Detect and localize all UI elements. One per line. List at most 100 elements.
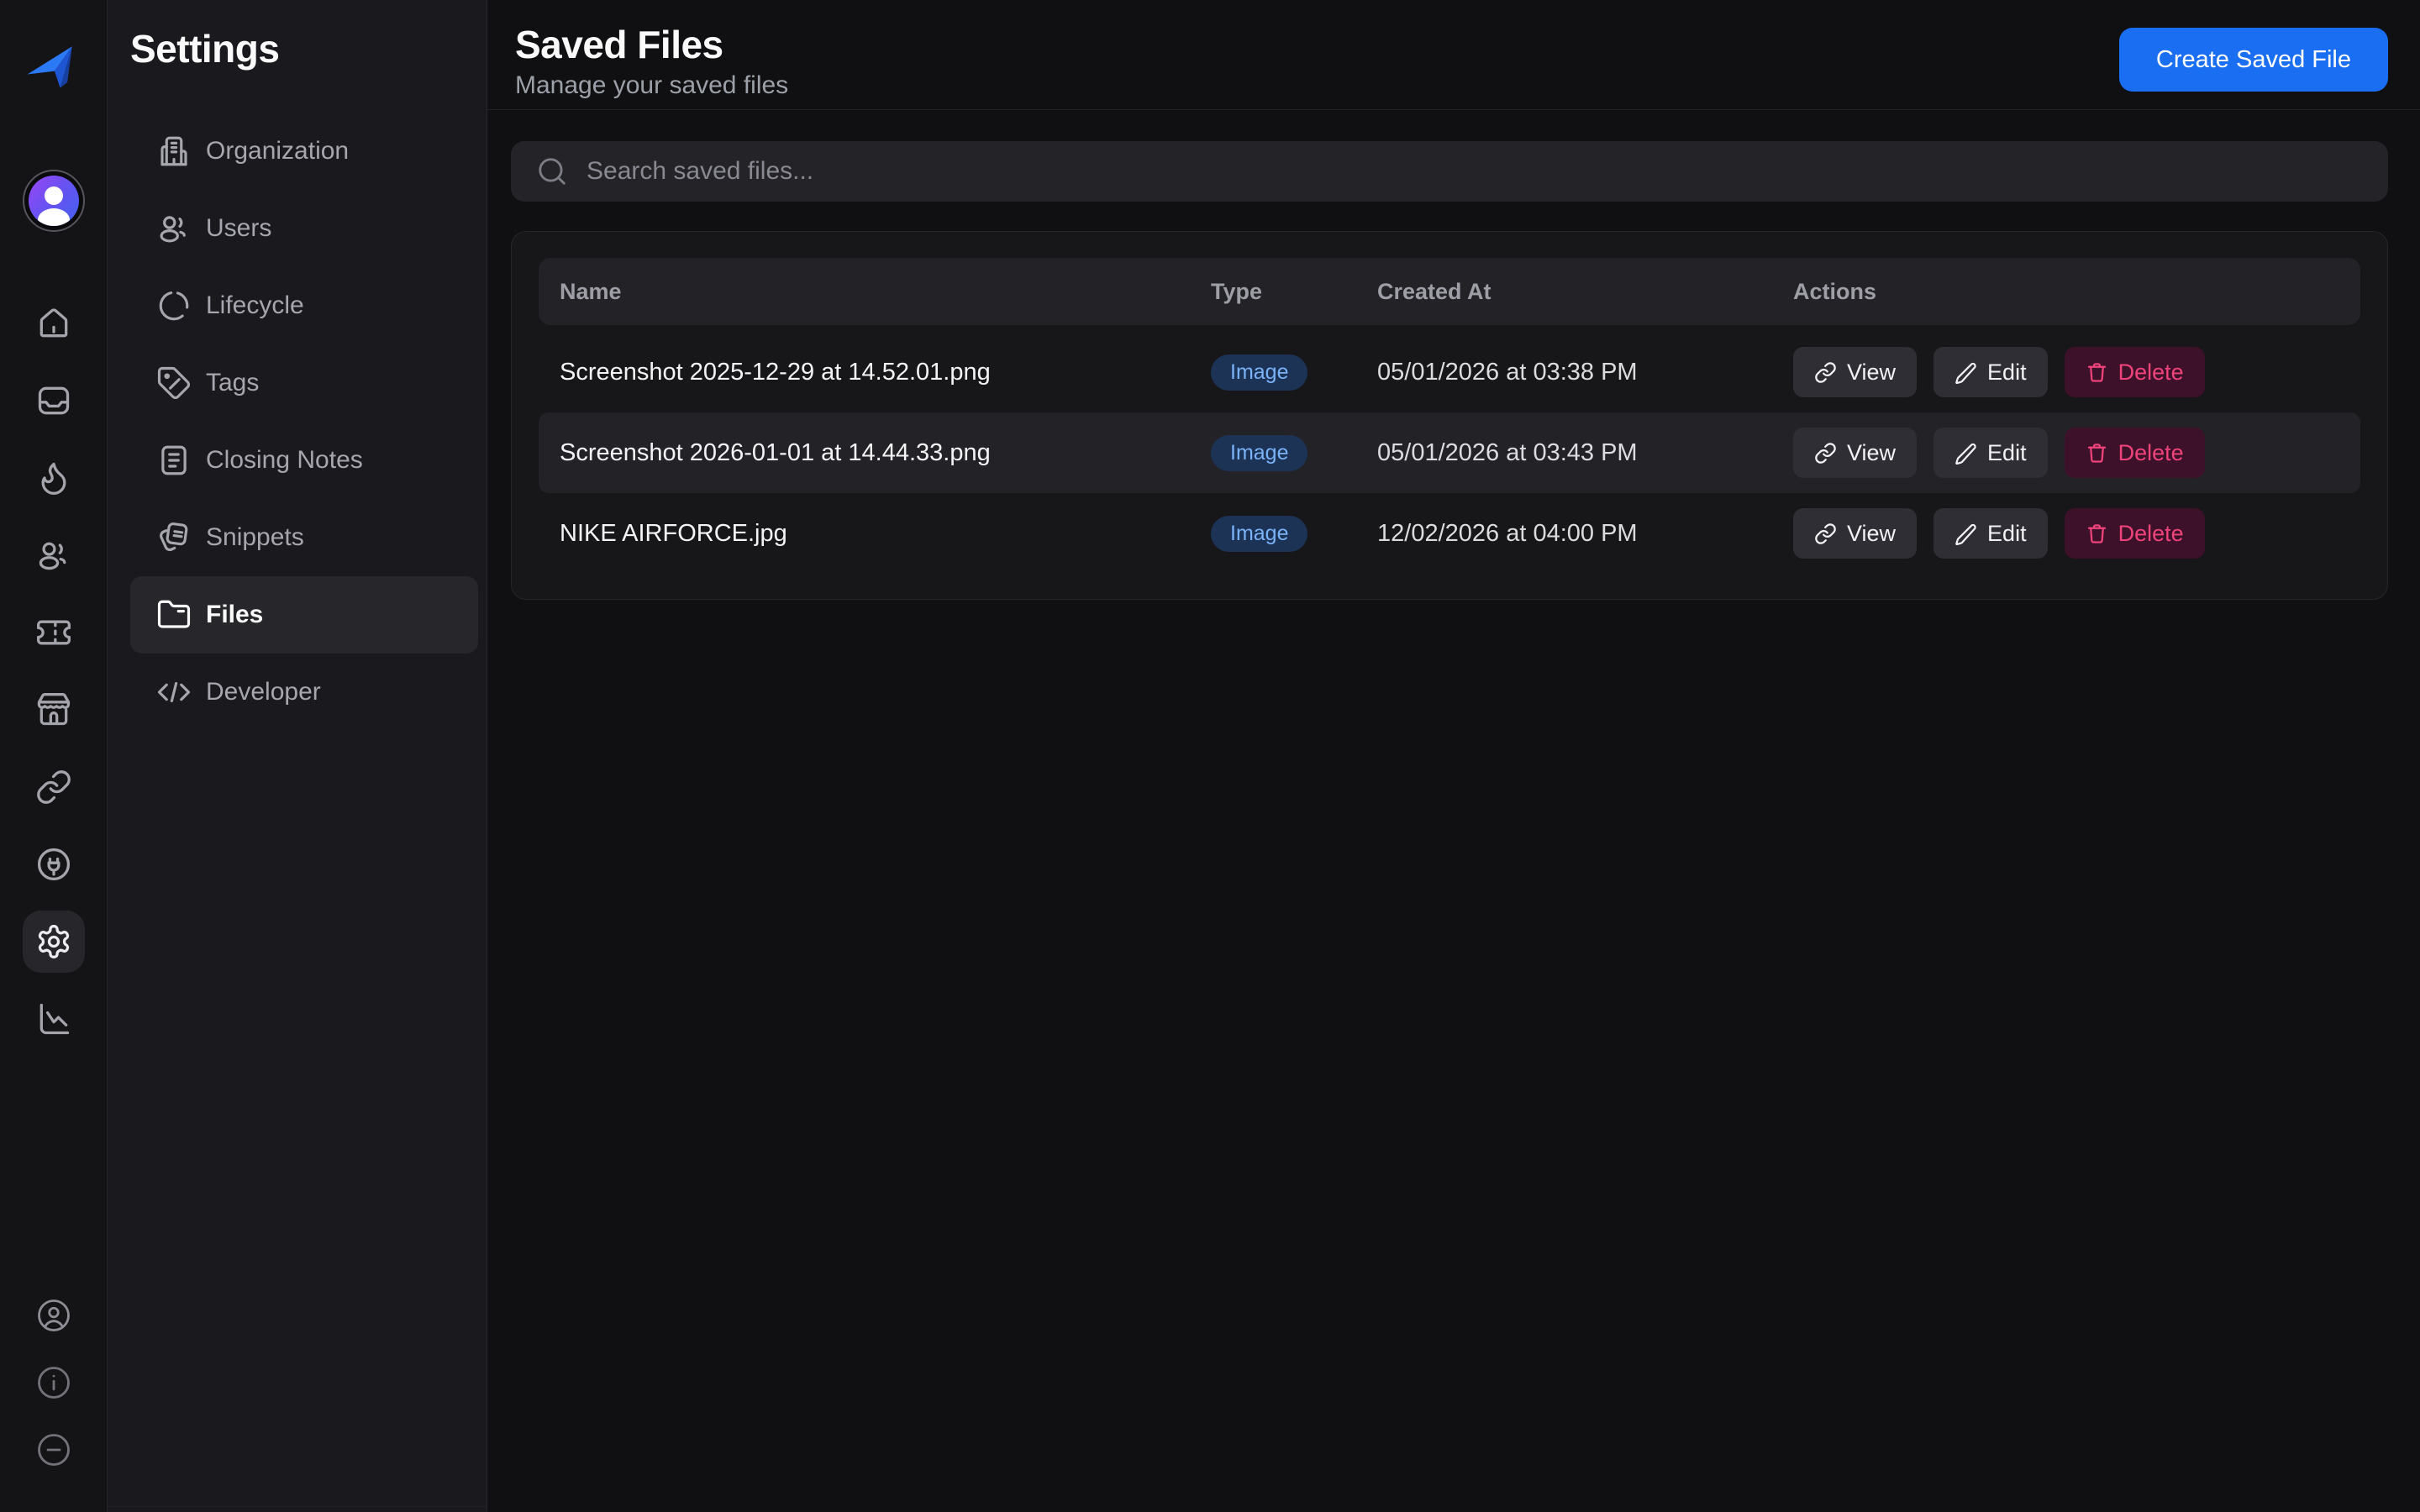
rail-account-button[interactable] xyxy=(30,1292,77,1339)
table-row: Screenshot 2025-12-29 at 14.52.01.png Im… xyxy=(539,332,2360,412)
store-icon xyxy=(35,691,72,728)
column-header-type: Type xyxy=(1211,279,1377,305)
view-button[interactable]: View xyxy=(1793,428,1917,478)
delete-button[interactable]: Delete xyxy=(2065,508,2205,559)
sidebar-item-lifecycle[interactable]: Lifecycle xyxy=(130,267,478,344)
delete-button[interactable]: Delete xyxy=(2065,347,2205,397)
page-title: Saved Files xyxy=(515,24,788,66)
sidebar-item-users[interactable]: Users xyxy=(130,190,478,267)
edit-button[interactable]: Edit xyxy=(1933,428,2048,478)
file-name: Screenshot 2026-01-01 at 14.44.33.png xyxy=(560,439,1211,467)
gear-icon xyxy=(35,923,72,960)
view-button[interactable]: View xyxy=(1793,347,1917,397)
rail-info-button[interactable] xyxy=(30,1359,77,1406)
search-bar[interactable] xyxy=(511,141,2388,202)
ticket-icon xyxy=(35,614,72,651)
rail-home-button[interactable] xyxy=(23,292,85,354)
created-at: 12/02/2026 at 04:00 PM xyxy=(1377,520,1793,548)
delete-button[interactable]: Delete xyxy=(2065,428,2205,478)
note-icon xyxy=(156,443,192,478)
page-subtitle: Manage your saved files xyxy=(515,71,788,100)
sidebar-item-label: Users xyxy=(206,214,271,243)
trash-icon xyxy=(2086,361,2108,384)
inbox-icon xyxy=(35,382,72,419)
edit-button[interactable]: Edit xyxy=(1933,508,2048,559)
edit-button[interactable]: Edit xyxy=(1933,347,2048,397)
code-icon xyxy=(156,675,192,710)
column-header-actions: Actions xyxy=(1793,279,2360,305)
chart-icon xyxy=(35,1000,72,1037)
view-label: View xyxy=(1847,521,1896,547)
sidebar-item-snippets[interactable]: Snippets xyxy=(130,499,478,576)
file-name: Screenshot 2025-12-29 at 14.52.01.png xyxy=(560,359,1211,386)
rail-flame-button[interactable] xyxy=(23,447,85,509)
rail-ticket-button[interactable] xyxy=(23,601,85,664)
type-badge: Image xyxy=(1211,354,1307,391)
sidebar-item-label: Tags xyxy=(206,369,259,397)
rail-analytics-button[interactable] xyxy=(23,988,85,1050)
content-area: Name Type Created At Actions Screenshot … xyxy=(487,110,2420,600)
sidebar-item-label: Developer xyxy=(206,678,321,706)
rail-minimize-button[interactable] xyxy=(30,1426,77,1473)
pencil-icon xyxy=(1954,361,1977,384)
sidebar-item-label: Lifecycle xyxy=(206,291,304,320)
delete-label: Delete xyxy=(2118,521,2184,547)
rail-link-button[interactable] xyxy=(23,756,85,818)
app-window: Settings Organization Users Lifecycle xyxy=(0,0,2420,1512)
table-body: Screenshot 2025-12-29 at 14.52.01.png Im… xyxy=(539,332,2360,574)
table-row: Screenshot 2026-01-01 at 14.44.33.png Im… xyxy=(539,412,2360,493)
snippets-icon xyxy=(156,520,192,555)
page-header: Saved Files Manage your saved files Crea… xyxy=(487,0,2420,110)
column-header-created-at: Created At xyxy=(1377,279,1793,305)
search-input[interactable] xyxy=(587,157,2363,186)
sidebar-item-closing-notes[interactable]: Closing Notes xyxy=(130,422,478,499)
icon-rail xyxy=(0,0,108,1512)
sidebar-item-label: Files xyxy=(206,601,263,629)
view-label: View xyxy=(1847,440,1896,466)
file-name: NIKE AIRFORCE.jpg xyxy=(560,520,1211,548)
sidebar-item-organization[interactable]: Organization xyxy=(130,113,478,190)
user-avatar[interactable] xyxy=(23,170,85,232)
link-icon xyxy=(1814,522,1837,545)
delete-label: Delete xyxy=(2118,360,2184,386)
paper-plane-icon[interactable] xyxy=(22,34,86,97)
sidebar-item-tags[interactable]: Tags xyxy=(130,344,478,422)
view-button[interactable]: View xyxy=(1793,508,1917,559)
settings-sidebar: Settings Organization Users Lifecycle xyxy=(108,0,487,1512)
sidebar-item-label: Snippets xyxy=(206,523,304,552)
sidebar-item-files[interactable]: Files xyxy=(130,576,478,654)
sidebar-item-label: Closing Notes xyxy=(206,446,363,475)
view-label: View xyxy=(1847,360,1896,386)
person-silhouette-icon xyxy=(29,176,79,226)
users-icon xyxy=(35,537,72,574)
link-icon xyxy=(35,769,72,806)
rail-footer xyxy=(30,1292,77,1473)
rail-settings-button[interactable] xyxy=(23,911,85,973)
user-circle-icon xyxy=(36,1298,71,1333)
link-icon xyxy=(1814,442,1837,465)
create-saved-file-button[interactable]: Create Saved File xyxy=(2119,28,2388,92)
created-at: 05/01/2026 at 03:38 PM xyxy=(1377,359,1793,386)
plug-circle-icon xyxy=(35,846,72,883)
edit-label: Edit xyxy=(1987,521,2027,547)
rail-store-button[interactable] xyxy=(23,679,85,741)
rail-integrations-button[interactable] xyxy=(23,833,85,895)
settings-nav: Organization Users Lifecycle Tags xyxy=(130,113,478,731)
rail-users-button[interactable] xyxy=(23,524,85,586)
main-content: Saved Files Manage your saved files Crea… xyxy=(487,0,2420,1512)
rail-inbox-button[interactable] xyxy=(23,370,85,432)
circle-dashed-icon xyxy=(156,288,192,323)
table-row: NIKE AIRFORCE.jpg Image 12/02/2026 at 04… xyxy=(539,493,2360,574)
pencil-icon xyxy=(1954,522,1977,545)
sidebar-item-label: Organization xyxy=(206,137,349,165)
home-icon xyxy=(35,305,72,342)
sidebar-item-developer[interactable]: Developer xyxy=(130,654,478,731)
trash-icon xyxy=(2086,442,2108,465)
link-icon xyxy=(1814,361,1837,384)
tag-icon xyxy=(156,365,192,401)
pencil-icon xyxy=(1954,442,1977,465)
column-header-name: Name xyxy=(560,279,1211,305)
files-table-card: Name Type Created At Actions Screenshot … xyxy=(511,231,2388,600)
trash-icon xyxy=(2086,522,2108,545)
edit-label: Edit xyxy=(1987,360,2027,386)
